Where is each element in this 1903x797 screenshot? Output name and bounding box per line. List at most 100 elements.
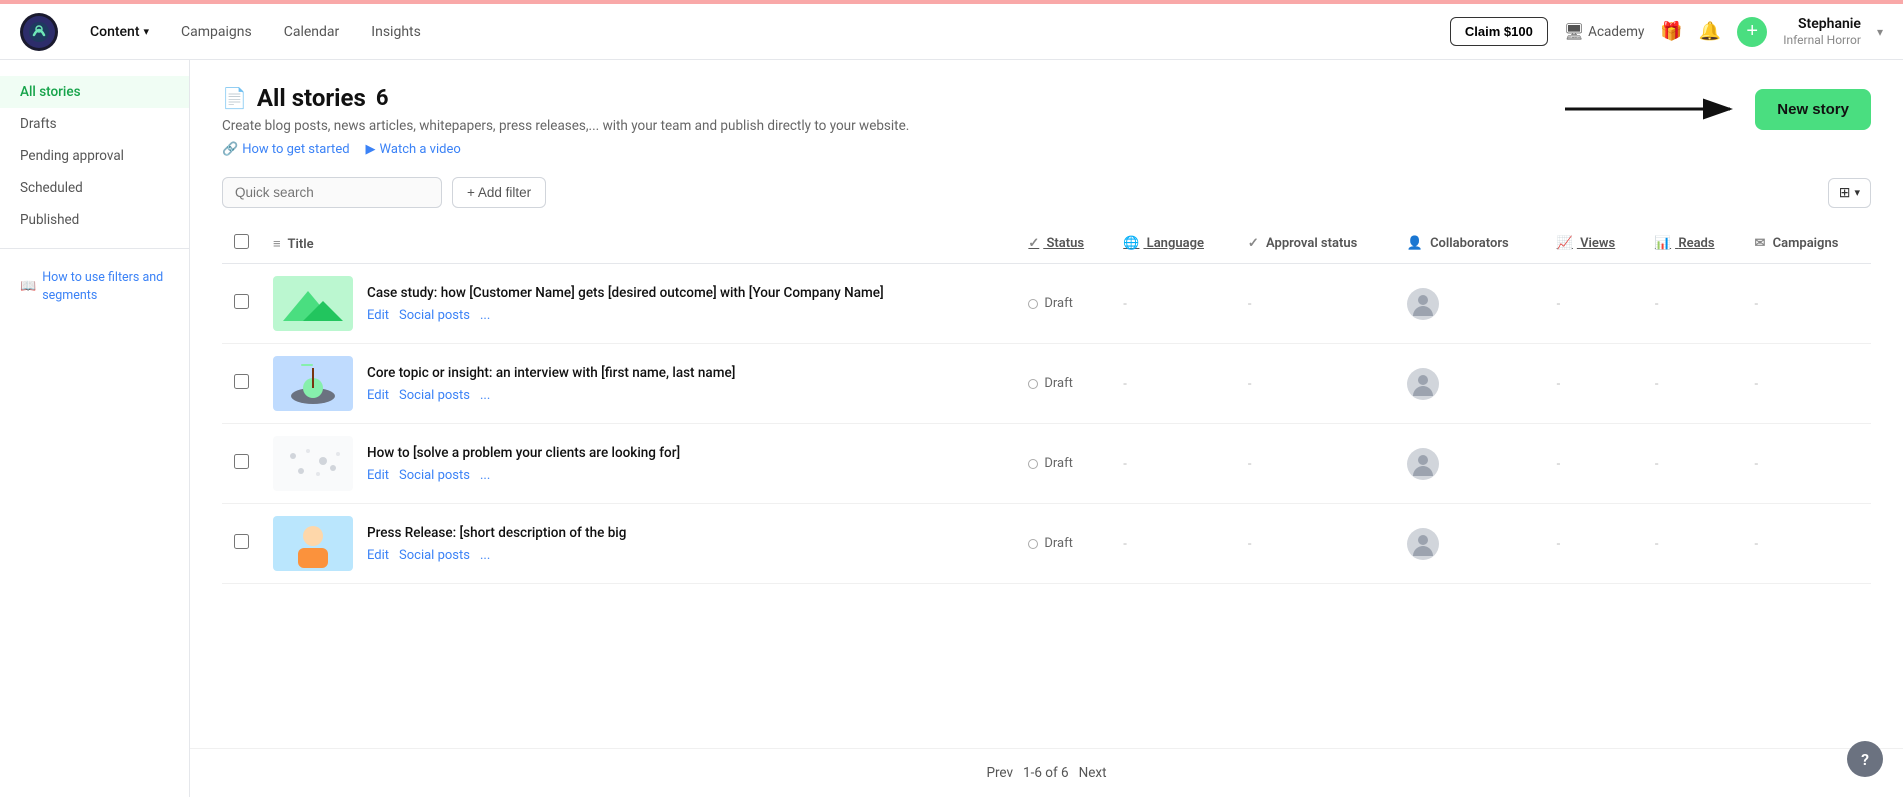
add-filter-button[interactable]: + Add filter	[452, 177, 546, 208]
row-approval-cell: -	[1236, 264, 1395, 344]
story-more-button[interactable]: ...	[480, 308, 490, 323]
academy-link[interactable]: 🖥 Academy	[1564, 22, 1645, 41]
chevron-down-icon: ▾	[144, 25, 150, 38]
nav-insights[interactable]: Insights	[359, 18, 433, 46]
nav-calendar[interactable]: Calendar	[272, 18, 352, 46]
gift-icon[interactable]: 🎁	[1660, 21, 1682, 42]
reads-value: -	[1655, 457, 1659, 472]
story-title: Press Release: [short description of the…	[367, 524, 1004, 543]
sidebar-help-link[interactable]: 📖 How to use filters and segments	[0, 261, 189, 312]
story-thumbnail	[273, 276, 353, 331]
story-more-button[interactable]: ...	[480, 468, 490, 483]
story-thumbnail	[273, 436, 353, 491]
row-campaigns-cell: -	[1742, 504, 1871, 584]
row-language-cell: -	[1111, 504, 1236, 584]
row-checkbox-2[interactable]	[234, 454, 249, 469]
sidebar-item-published[interactable]: Published	[0, 204, 189, 236]
watch-video-link[interactable]: ▶ Watch a video	[366, 142, 461, 157]
story-edit-link[interactable]: Edit	[367, 388, 389, 403]
story-actions: Edit Social posts ...	[367, 468, 1004, 483]
row-campaigns-cell: -	[1742, 264, 1871, 344]
row-status-cell: Draft	[1016, 504, 1111, 584]
row-campaigns-cell: -	[1742, 424, 1871, 504]
story-edit-link[interactable]: Edit	[367, 308, 389, 323]
row-checkbox-1[interactable]	[234, 374, 249, 389]
next-page-button[interactable]: Next	[1079, 765, 1107, 781]
row-collaborators-cell	[1395, 344, 1545, 424]
th-language[interactable]: 🌐 Language	[1111, 224, 1236, 264]
status-dot	[1028, 539, 1038, 549]
story-thumbnail	[273, 516, 353, 571]
logo[interactable]	[20, 13, 58, 51]
story-text: How to [solve a problem your clients are…	[367, 444, 1004, 483]
nav-campaigns[interactable]: Campaigns	[169, 18, 264, 46]
th-status[interactable]: ✓ Status	[1016, 224, 1111, 264]
claim-button[interactable]: Claim $100	[1450, 17, 1548, 46]
stories-tbody: Case study: how [Customer Name] gets [de…	[222, 264, 1871, 584]
table-row: Core topic or insight: an interview with…	[222, 344, 1871, 424]
nav-links: Content ▾ Campaigns Calendar Insights	[78, 18, 1450, 46]
status-dot	[1028, 459, 1038, 469]
row-reads-cell: -	[1643, 504, 1743, 584]
new-story-button[interactable]: New story	[1755, 89, 1871, 130]
row-language-cell: -	[1111, 264, 1236, 344]
campaigns-value: -	[1754, 457, 1758, 472]
th-reads[interactable]: 📊 Reads	[1643, 224, 1743, 264]
story-social-posts-link[interactable]: Social posts	[399, 468, 470, 483]
reads-value: -	[1655, 377, 1659, 392]
plus-button[interactable]: +	[1737, 17, 1767, 47]
table-row: How to [solve a problem your clients are…	[222, 424, 1871, 504]
story-social-posts-link[interactable]: Social posts	[399, 388, 470, 403]
story-thumbnail	[273, 356, 353, 411]
table-header-row: ≡ Title ✓ Status 🌐 Language ✓ Approval s…	[222, 224, 1871, 264]
row-approval-cell: -	[1236, 344, 1395, 424]
story-edit-link[interactable]: Edit	[367, 548, 389, 563]
th-views[interactable]: 📈 Views	[1545, 224, 1643, 264]
approval-value: -	[1248, 537, 1252, 552]
view-toggle[interactable]: ⊞ ▾	[1828, 178, 1871, 208]
views-value: -	[1557, 377, 1561, 392]
row-checkbox-3[interactable]	[234, 534, 249, 549]
how-to-start-link[interactable]: 🔗 How to get started	[222, 142, 350, 157]
avatar-icon	[1409, 450, 1437, 478]
main-content: 📄 All stories 6 Create blog posts, news …	[190, 60, 1903, 797]
user-chevron-icon[interactable]: ▾	[1877, 25, 1883, 39]
story-more-button[interactable]: ...	[480, 548, 490, 563]
bell-icon[interactable]: 🔔	[1699, 21, 1721, 42]
story-edit-link[interactable]: Edit	[367, 468, 389, 483]
status-dot	[1028, 299, 1038, 309]
user-info: Stephanie Infernal Horror	[1783, 15, 1861, 49]
chevron-down-icon: ▾	[1854, 186, 1860, 199]
table-row: Press Release: [short description of the…	[222, 504, 1871, 584]
search-input[interactable]	[222, 177, 442, 208]
story-social-posts-link[interactable]: Social posts	[399, 308, 470, 323]
approval-icon: ✓	[1248, 236, 1259, 251]
story-social-posts-link[interactable]: Social posts	[399, 548, 470, 563]
row-views-cell: -	[1545, 504, 1643, 584]
reads-value: -	[1655, 537, 1659, 552]
nav-content[interactable]: Content ▾	[78, 18, 161, 46]
help-button[interactable]: ?	[1847, 741, 1883, 777]
status-label: Draft	[1044, 536, 1073, 551]
row-title-cell: Case study: how [Customer Name] gets [de…	[261, 264, 1016, 344]
sidebar: All stories Drafts Pending approval Sche…	[0, 60, 190, 797]
row-views-cell: -	[1545, 344, 1643, 424]
sidebar-item-all-stories[interactable]: All stories	[0, 76, 189, 108]
story-title: How to [solve a problem your clients are…	[367, 444, 1004, 463]
book-icon: 📖	[20, 279, 36, 294]
page-description: Create blog posts, news articles, whitep…	[222, 118, 909, 134]
sidebar-item-scheduled[interactable]: Scheduled	[0, 172, 189, 204]
story-more-button[interactable]: ...	[480, 388, 490, 403]
prev-page-button[interactable]: Prev	[986, 765, 1013, 781]
row-reads-cell: -	[1643, 264, 1743, 344]
sidebar-item-pending-approval[interactable]: Pending approval	[0, 140, 189, 172]
sidebar-item-drafts[interactable]: Drafts	[0, 108, 189, 140]
avatar	[1407, 528, 1439, 560]
avatar-icon	[1409, 530, 1437, 558]
select-all-checkbox[interactable]	[234, 234, 249, 249]
row-checkbox-0[interactable]	[234, 294, 249, 309]
avatar-icon	[1409, 290, 1437, 318]
row-language-cell: -	[1111, 424, 1236, 504]
avatar-icon	[1409, 370, 1437, 398]
avatar	[1407, 448, 1439, 480]
